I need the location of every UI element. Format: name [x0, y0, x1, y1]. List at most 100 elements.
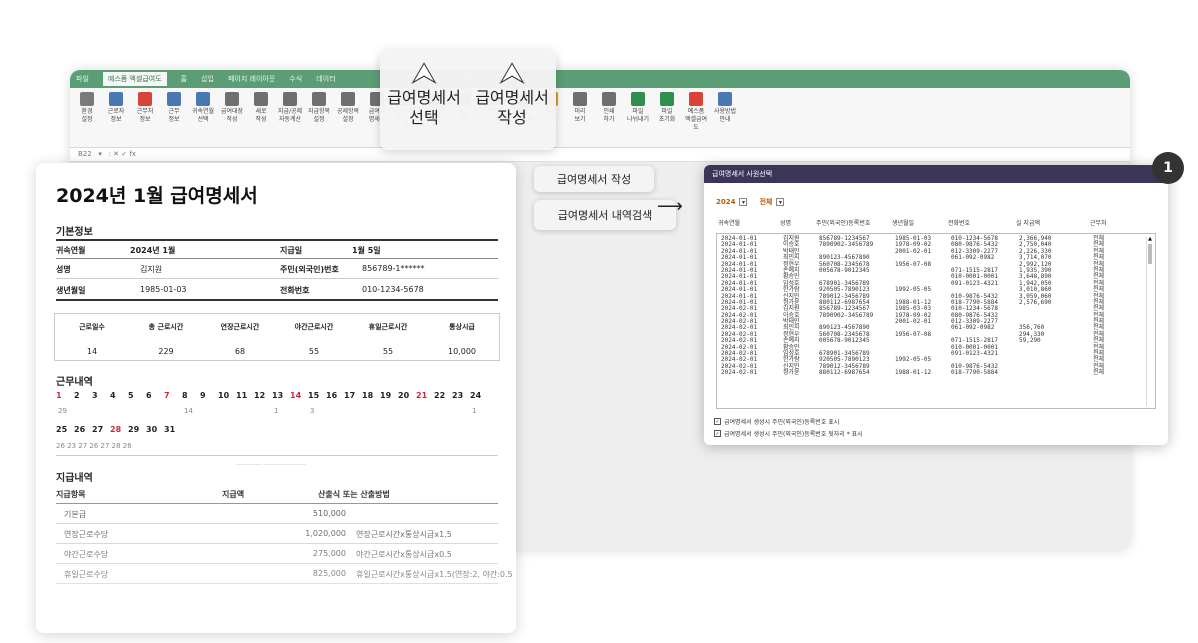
calendar-day: 8 — [182, 391, 188, 400]
ribbon-button-label: 인쇄 하기 — [603, 108, 615, 123]
stat-header: 근로일수 — [79, 323, 105, 331]
ribbon-button[interactable]: 근로자 정보 — [103, 92, 129, 124]
pay-item: 휴일근로수당 — [64, 570, 109, 579]
menu-search-payslip[interactable]: 급여명세서 내역검색 — [534, 200, 676, 230]
ribbon-button-label: 귀속연월 선택 — [191, 108, 215, 123]
list-column-header[interactable]: 근무처 — [1090, 218, 1107, 227]
calendar-day: 5 — [128, 391, 134, 400]
stat-header: 야간근로시간 — [294, 323, 334, 331]
select-payslip-button[interactable]: ⮝ 급여명세서 선택 — [382, 57, 466, 150]
list-column-header[interactable]: 성명 — [780, 218, 791, 227]
calendar-day: 16 — [326, 391, 338, 400]
calendar-day: 6 — [146, 391, 152, 400]
calendar-day: 17 — [344, 391, 356, 400]
calendar-day: 10 — [218, 391, 230, 400]
divider — [56, 523, 498, 524]
calendar-day: 27 — [92, 425, 104, 434]
calendar-hours: 1 — [274, 407, 279, 415]
year-select-value: 2024 — [716, 198, 736, 206]
list-item[interactable]: 2024-02-01 정가윤 880112-6987654 1988-01-12 018… — [717, 369, 1155, 377]
formula-bar[interactable]: B22 ▾ : ✕ ✓ fx — [70, 148, 1130, 162]
show-rrn-checkbox[interactable]: ✓ 급여명세서 생성시 주민(외국인)등록번호 표시 — [714, 417, 839, 426]
scope-select-value: 전체 — [759, 198, 773, 206]
arrow-right-icon: ⟶ — [657, 196, 683, 217]
ribbon-button-label: 지급/공제 자동계산 — [277, 108, 303, 123]
ribbon-button-icon — [718, 92, 732, 106]
chevron-down-icon[interactable]: ▾ — [739, 198, 748, 206]
pay-amount: 825,000 — [312, 569, 346, 578]
select-payslip-label: 급여명세서 선택 — [387, 88, 461, 127]
ribbon-button-label: 환경 설정 — [81, 108, 93, 123]
ribbon-button[interactable]: 지급항목 설정 — [306, 92, 332, 124]
pay-formula: 휴일근로시간x통상시급x1.5(연장:2, 야간:0.5 — [356, 570, 513, 579]
ribbon-button-icon — [312, 92, 326, 106]
list-column-header[interactable]: 귀속연월 — [718, 218, 740, 227]
ribbon-button-icon — [80, 92, 94, 106]
payment-heading: 지급내역 — [56, 473, 93, 484]
scope-select[interactable]: 전체 ▾ — [759, 197, 785, 207]
calendar-day: 14 — [290, 391, 302, 400]
scroll-up-icon[interactable]: ▲ — [1147, 236, 1153, 242]
ribbon-button[interactable]: 새로 작성 — [248, 92, 274, 124]
chevron-down-icon[interactable]: ▾ — [776, 198, 785, 206]
menu-create-payslip[interactable]: 급여명세서 작성 — [534, 166, 654, 192]
ribbon-tab[interactable]: 페이지 레이아웃 — [228, 74, 275, 84]
name-box[interactable]: B22 — [78, 150, 92, 158]
ribbon-button-icon — [109, 92, 123, 106]
employee-list[interactable]: 2024-01-01 김지원 856789-1234567 1985-01-03 010… — [716, 233, 1156, 409]
pay-amount: 275,000 — [312, 549, 346, 558]
ribbon-button[interactable]: 공제항목 설정 — [335, 92, 361, 124]
calendar-day: 13 — [272, 391, 284, 400]
ribbon-button-icon — [196, 92, 210, 106]
ribbon-button[interactable]: 환경 설정 — [74, 92, 100, 124]
scroll-thumb[interactable] — [1148, 244, 1152, 264]
ribbon-button[interactable]: 사용방법 안내 — [712, 92, 738, 124]
ribbon-tab[interactable]: 수식 — [289, 74, 302, 84]
ribbon-button[interactable]: 파일 나뉘내기 — [625, 92, 651, 124]
list-cell: 1988-01-12 — [895, 369, 932, 377]
ribbon-button[interactable]: 지급/공제 자동계산 — [277, 92, 303, 124]
ribbon-button[interactable]: 미리 보기 — [567, 92, 593, 124]
birth-value: 1985-01-03 — [140, 285, 187, 294]
ribbon-button-icon — [254, 92, 268, 106]
calendar-day: 22 — [434, 391, 446, 400]
list-cell: 전체 — [1093, 369, 1105, 377]
ribbon-button[interactable]: 예스폼 엑셀급여도 — [683, 92, 709, 132]
list-column-header[interactable]: 생년월일 — [892, 218, 914, 227]
year-select[interactable]: 2024 ▾ — [716, 198, 748, 206]
ribbon-tab[interactable]: 데이터 — [316, 74, 335, 84]
ribbon-button-label: 근무 정보 — [168, 108, 180, 123]
ribbon-button[interactable]: 근무 정보 — [161, 92, 187, 124]
ribbon-tab[interactable]: 예스폼 엑셀급여도 — [102, 72, 167, 86]
list-column-header[interactable]: 전화번호 — [948, 218, 970, 227]
mask-rrn-checkbox[interactable]: ✓ 급여명세서 생성시 주민(외국인)등록번호 뒷자리 * 표시 — [714, 429, 863, 438]
calendar-day: 9 — [200, 391, 206, 400]
stat-value: 55 — [382, 346, 394, 356]
ribbon-tab[interactable]: 파일 — [76, 74, 89, 84]
ribbon-button[interactable]: 귀속연월 선택 — [190, 92, 216, 124]
ribbon-button[interactable]: 급여대장 작성 — [219, 92, 245, 124]
ribbon-button-icon — [573, 92, 587, 106]
calendar-hours: 14 — [184, 407, 193, 415]
dialog-list-header: 귀속연월 성명 주민(외국인)등록번호 생년월일 전화번호 실 지급액 근무처 — [716, 218, 1152, 228]
calendar-days-row: 25 26 27 28 29 30 31 — [56, 425, 182, 434]
ribbon-button[interactable]: 인쇄 하기 — [596, 92, 622, 124]
create-payslip-button[interactable]: ⮝ 급여명세서 작성 — [470, 57, 554, 150]
divider — [56, 299, 498, 301]
ribbon-button[interactable]: 파일 초기화 — [654, 92, 680, 124]
list-column-header[interactable]: 주민(외국인)등록번호 — [816, 218, 870, 227]
list-scrollbar[interactable]: ▲ — [1146, 236, 1153, 406]
name-value: 김지원 — [140, 265, 163, 274]
pay-formula: 연장근로시간x통상시급x1.5 — [356, 530, 452, 539]
payslip-title: 2024년 1월 급여명세서 — [56, 185, 258, 207]
ribbon-button-icon — [167, 92, 181, 106]
list-column-header[interactable]: 실 지급액 — [1016, 218, 1040, 227]
ribbon-tab[interactable]: 삽입 — [201, 74, 214, 84]
checkbox-checked-icon[interactable]: ✓ — [714, 418, 721, 425]
ribbon-tab[interactable]: 홈 — [181, 74, 187, 84]
checkbox-checked-icon[interactable]: ✓ — [714, 430, 721, 437]
pay-formula: 야간근로시간x통상시급x0.5 — [356, 550, 452, 559]
ribbon-button[interactable]: 근무처 정보 — [132, 92, 158, 124]
calendar-day: 24 — [470, 391, 482, 400]
calendar-hours: 3 — [310, 407, 315, 415]
